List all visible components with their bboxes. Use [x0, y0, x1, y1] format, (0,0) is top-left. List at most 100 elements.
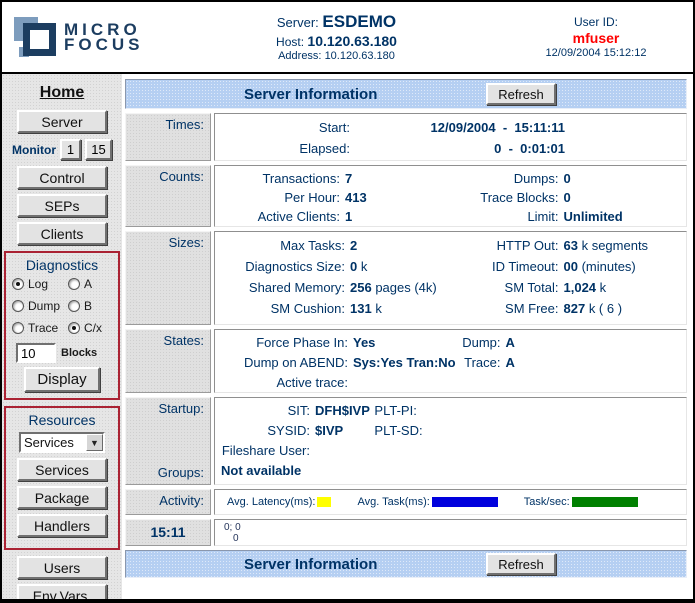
times-box: Start: 12/09/2004 - 15:11:11 Elapsed: 0 … — [214, 113, 687, 161]
resources-group: Resources Services ▼ Services Package Ha… — [4, 406, 120, 550]
address-line: Address: 10.120.63.180 — [162, 50, 511, 62]
monitor-15-button[interactable]: 15 — [85, 139, 112, 160]
home-link[interactable]: Home — [2, 84, 122, 102]
resources-select-value: Services — [21, 435, 86, 450]
field-plt-sd: PLT-SD: — [370, 421, 686, 441]
radio-dump-icon[interactable] — [12, 300, 24, 312]
times-row: Times: Start: 12/09/2004 - 15:11:11 Elap… — [125, 113, 687, 161]
resources-select[interactable]: Services ▼ — [19, 432, 105, 453]
radio-dump[interactable]: Dump — [12, 299, 68, 313]
refresh-button-bottom[interactable]: Refresh — [486, 553, 556, 575]
groups-value: Not available — [215, 461, 686, 481]
microfocus-logo: MICRO FOCUS — [12, 14, 162, 60]
clients-button[interactable]: Clients — [17, 222, 107, 245]
task-bar-icon — [432, 497, 498, 507]
field-sm-total: SM Total:1,024 k — [451, 277, 687, 298]
field-shared-memory: Shared Memory:256 pages (4k) — [215, 277, 451, 298]
radio-b-icon[interactable] — [68, 300, 80, 312]
logo-wordmark: MICRO FOCUS — [64, 22, 144, 52]
page-header: MICRO FOCUS Server: ESDEMO Host: 10.120.… — [2, 2, 693, 74]
sizes-row: Sizes: Max Tasks:2 Diagnostics Size:0 k … — [125, 231, 687, 325]
user-identity: User ID: mfuser 12/09/2004 15:12:12 — [511, 15, 681, 59]
handlers-button[interactable]: Handlers — [17, 514, 107, 537]
states-box: Force Phase In:Yes Dump on ABEND:Sys:Yes… — [214, 329, 687, 393]
counts-label: Counts: — [125, 165, 211, 227]
field-trace-state: Trace:A — [451, 353, 687, 373]
server-info-header-bar: Server Information Refresh — [125, 79, 687, 109]
server-identity: Server: ESDEMO Host: 10.120.63.180 Addre… — [162, 12, 511, 62]
radio-trace-icon[interactable] — [12, 322, 24, 334]
counts-row: Counts: Transactions:7 Per Hour:413 Acti… — [125, 165, 687, 227]
users-button[interactable]: Users — [17, 556, 107, 579]
radio-cx-icon[interactable] — [68, 322, 80, 334]
host-value: 10.120.63.180 — [307, 33, 397, 49]
radio-log-icon[interactable] — [12, 278, 24, 290]
user-id-value: mfuser — [511, 30, 681, 46]
activity-label: Activity: — [125, 489, 211, 515]
elapsed-value: 0 - 0:01:01 — [350, 138, 565, 159]
timeline-row: 15:11 0; 0 0 — [125, 519, 687, 546]
body: Home Server Monitor 1 15 Control SEPs Cl… — [2, 74, 693, 599]
package-button[interactable]: Package — [17, 486, 107, 509]
groups-label: Groups: — [126, 465, 204, 480]
diagnostics-title: Diagnostics — [8, 257, 116, 273]
blocks-label: Blocks — [61, 347, 97, 359]
field-force-phase-in: Force Phase In:Yes — [215, 333, 451, 353]
times-label: Times: — [125, 113, 211, 161]
radio-a[interactable]: A — [68, 277, 112, 291]
dropdown-arrow-icon[interactable]: ▼ — [86, 434, 103, 451]
timeline-line1: 0; 0 — [224, 522, 686, 533]
field-trace-blocks: Trace Blocks:0 — [451, 188, 687, 207]
address-value: 10.120.63.180 — [325, 50, 395, 62]
diagnostics-radio-grid: Log A Dump B — [8, 277, 116, 335]
server-button[interactable]: Server — [17, 110, 107, 133]
control-button[interactable]: Control — [17, 166, 107, 189]
field-active-clients: Active Clients:1 — [215, 207, 451, 226]
startup-box: SIT:DFH$IVP SYSID:$IVP Fileshare User: P… — [214, 397, 687, 485]
latency-swatch-icon — [317, 497, 331, 507]
states-label: States: — [125, 329, 211, 393]
field-sysid: SYSID:$IVP — [215, 421, 370, 441]
seps-button[interactable]: SEPs — [17, 194, 107, 217]
startup-groups-label: Startup: Groups: — [125, 397, 211, 485]
field-plt-pi: PLT-PI: — [370, 401, 686, 421]
refresh-button-top[interactable]: Refresh — [486, 83, 556, 105]
sizes-box: Max Tasks:2 Diagnostics Size:0 k Shared … — [214, 231, 687, 325]
field-diagnostics-size: Diagnostics Size:0 k — [215, 256, 451, 277]
activity-row: Activity: Avg. Latency(ms): Avg. Task(ms… — [125, 489, 687, 515]
legend-avg-latency: Avg. Latency(ms): — [227, 496, 331, 508]
envvars-button[interactable]: Env.Vars. — [17, 584, 107, 599]
task-sec-bar-icon — [572, 497, 638, 507]
sidebar: Home Server Monitor 1 15 Control SEPs Cl… — [2, 74, 122, 599]
field-active-trace: Active trace: — [215, 373, 451, 393]
radio-log[interactable]: Log — [12, 277, 68, 291]
logo-line-2: FOCUS — [64, 37, 144, 52]
timeline-line2: 0 — [233, 533, 686, 544]
field-dump-state: Dump:A — [451, 333, 687, 353]
radio-trace[interactable]: Trace — [12, 321, 68, 335]
page-title: Server Information — [244, 86, 377, 103]
monitor-label: Monitor — [12, 143, 56, 157]
services-button[interactable]: Services — [17, 458, 107, 481]
field-sit: SIT:DFH$IVP — [215, 401, 370, 421]
field-id-timeout: ID Timeout:00 (minutes) — [451, 256, 687, 277]
timeline-time: 15:11 — [125, 519, 211, 546]
elapsed-label: Elapsed: — [215, 138, 350, 159]
legend-task-per-sec: Task/sec: — [524, 496, 638, 508]
radio-b[interactable]: B — [68, 299, 112, 313]
app-window: MICRO FOCUS Server: ESDEMO Host: 10.120.… — [0, 0, 695, 603]
radio-a-icon[interactable] — [68, 278, 80, 290]
timestamp: 12/09/2004 15:12:12 — [511, 47, 681, 59]
startup-row: Startup: Groups: SIT:DFH$IVP SYSID:$IVP … — [125, 397, 687, 485]
blocks-input[interactable] — [16, 343, 56, 363]
timeline-box: 0; 0 0 — [214, 519, 687, 546]
display-button[interactable]: Display — [24, 367, 100, 392]
footer-title: Server Information — [244, 556, 377, 573]
radio-cx[interactable]: C/x — [68, 321, 112, 335]
server-name: ESDEMO — [322, 12, 396, 31]
monitor-1-button[interactable]: 1 — [60, 139, 81, 160]
legend-avg-task: Avg. Task(ms): — [357, 496, 497, 508]
field-dumps: Dumps:0 — [451, 169, 687, 188]
microfocus-logo-icon — [12, 14, 60, 60]
activity-legend-box: Avg. Latency(ms): Avg. Task(ms): Task/se… — [214, 489, 687, 515]
